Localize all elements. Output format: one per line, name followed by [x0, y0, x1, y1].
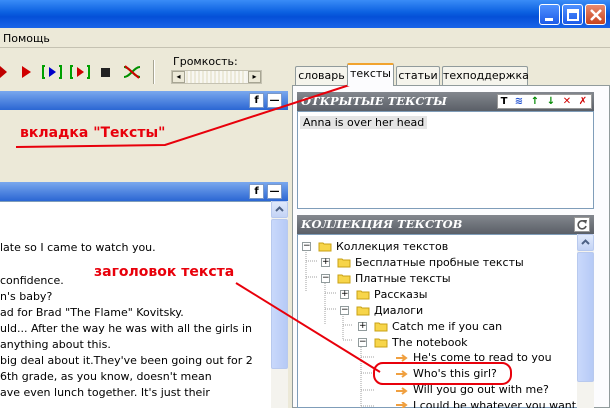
scroll-thumb[interactable]: [271, 219, 288, 369]
text-view[interactable]: late so I came to watch you. confidence.…: [0, 201, 271, 408]
minimize-icon: [545, 18, 553, 21]
folder-open-icon: [337, 274, 351, 284]
tree-item-dialogs[interactable]: Диалоги: [374, 304, 423, 317]
text-arrow-icon: [396, 370, 408, 378]
collection-title: КОЛЛЕКЦИЯ ТЕКСТОВ: [301, 217, 463, 231]
scroll-up-button[interactable]: [577, 234, 594, 251]
play-sentence-button[interactable]: [42, 64, 62, 80]
rewind-icon[interactable]: [0, 64, 18, 80]
text-arrow-icon: [396, 402, 408, 408]
play-button[interactable]: [18, 64, 36, 80]
tree-expand-icon[interactable]: +: [321, 258, 330, 267]
close-icon: [590, 9, 602, 21]
tree-item-text[interactable]: He's come to read to you: [413, 351, 552, 364]
tree-item-catch-me[interactable]: Catch me if you can: [392, 320, 502, 333]
mute-button[interactable]: [122, 64, 141, 80]
text-arrow-icon: [396, 354, 408, 362]
volume-track[interactable]: [186, 71, 246, 83]
title-bar: [0, 0, 610, 28]
tree-collapse-icon[interactable]: −: [340, 306, 349, 315]
tree-expand-icon[interactable]: +: [358, 322, 367, 331]
text-view-scrollbar[interactable]: [271, 201, 288, 408]
chevron-up-icon: [275, 206, 284, 212]
tree-item-free-texts[interactable]: Бесплатные пробные тексты: [355, 256, 524, 269]
volume-label: Громкость:: [173, 55, 238, 68]
close-all-icon[interactable]: ✗: [577, 96, 589, 107]
text-line: ad for Brad "The Flame" Kovitsky.: [0, 306, 184, 319]
menu-item-help[interactable]: Помощь: [3, 32, 50, 45]
tree-item-stories[interactable]: Рассказы: [374, 288, 427, 301]
tree-item-paid-texts[interactable]: Платные тексты: [355, 272, 451, 285]
left-text-panel-header: f —: [0, 182, 288, 201]
bracket-play-green-icon: [42, 65, 62, 79]
annotation-text-title: заголовок текста: [94, 264, 235, 280]
arrow-up-icon[interactable]: ↑: [529, 96, 541, 107]
text-line: anything about this.: [0, 338, 111, 351]
minimize-button[interactable]: [539, 4, 560, 25]
close-button[interactable]: [585, 4, 606, 25]
tree-item-root[interactable]: Коллекция текстов: [336, 240, 448, 253]
folder-open-icon: [318, 242, 332, 252]
text-arrow-icon: [396, 387, 408, 395]
text-line: late so I came to watch you.: [0, 241, 156, 254]
text-line: confidence.: [0, 274, 64, 287]
left-top-panel-header: f —: [0, 91, 288, 110]
tree-expand-icon[interactable]: +: [340, 290, 349, 299]
tree-item-text[interactable]: Will you go out with me?: [413, 383, 549, 396]
open-texts-title: ОТКРЫТЫЕ ТЕКСТЫ: [301, 94, 447, 108]
tab-articles[interactable]: статьи: [396, 66, 440, 85]
arrow-down-icon[interactable]: ↓: [545, 96, 557, 107]
volume-left-arrow-icon[interactable]: ◂: [172, 71, 185, 83]
maximize-icon: [567, 9, 579, 21]
tree-collapse-icon[interactable]: −: [302, 242, 311, 251]
left-top-panel: [0, 110, 288, 180]
play-icon: [22, 66, 31, 78]
mute-icon: [123, 65, 141, 79]
collection-header: КОЛЛЕКЦИЯ ТЕКСТОВ: [297, 215, 594, 234]
folder-icon: [374, 322, 388, 332]
scroll-up-button[interactable]: [271, 201, 288, 218]
tab-texts[interactable]: тексты: [347, 63, 394, 86]
volume-slider[interactable]: ◂ ▸: [171, 70, 262, 84]
collapse-button[interactable]: —: [267, 184, 282, 199]
open-text-item[interactable]: Anna is over her head: [300, 116, 428, 129]
stop-button[interactable]: [98, 64, 116, 80]
bracket-play-red-icon: [70, 65, 90, 79]
volume-right-arrow-icon[interactable]: ▸: [248, 71, 261, 83]
tab-dictionary[interactable]: словарь: [295, 66, 348, 85]
wave-icon[interactable]: ≋: [513, 96, 525, 107]
menu-bar: [0, 28, 610, 48]
folder-icon: [356, 290, 370, 300]
scroll-thumb[interactable]: [577, 252, 594, 382]
tree-collapse-icon[interactable]: −: [358, 338, 367, 347]
tree-item-text[interactable]: I could be whatever you want: [413, 399, 576, 408]
text-format-icon[interactable]: T: [498, 96, 510, 107]
font-button[interactable]: f: [249, 184, 264, 199]
font-button[interactable]: f: [249, 93, 264, 108]
refresh-button[interactable]: [574, 217, 590, 232]
text-line: 6th grade, as you know, doesn't mean: [0, 370, 212, 383]
folder-open-icon: [374, 338, 388, 348]
maximize-button[interactable]: [562, 4, 583, 25]
close-text-icon[interactable]: ✕: [561, 96, 573, 107]
collapse-button[interactable]: —: [267, 93, 282, 108]
text-line: n's baby?: [0, 290, 53, 303]
tree-item-notebook[interactable]: The notebook: [392, 336, 468, 349]
folder-open-icon: [356, 306, 370, 316]
text-line: uld... After the way he was with all the…: [0, 322, 253, 335]
stop-icon: [101, 68, 110, 77]
chevron-up-icon: [581, 239, 590, 245]
play-selection-button[interactable]: [70, 64, 90, 80]
toolbar-separator: [153, 60, 155, 84]
text-line: ave even lunch together. It's just their: [0, 386, 210, 399]
collection-scrollbar[interactable]: [577, 234, 594, 408]
tree-item-text[interactable]: Who's this girl?: [413, 367, 497, 380]
tab-support[interactable]: техподдержка: [442, 66, 529, 85]
refresh-icon: [577, 220, 587, 230]
tree-collapse-icon[interactable]: −: [321, 274, 330, 283]
text-line: big deal about it.They've been going out…: [0, 354, 253, 367]
annotation-texts-tab: вкладка "Тексты": [20, 125, 166, 141]
folder-icon: [337, 258, 351, 268]
